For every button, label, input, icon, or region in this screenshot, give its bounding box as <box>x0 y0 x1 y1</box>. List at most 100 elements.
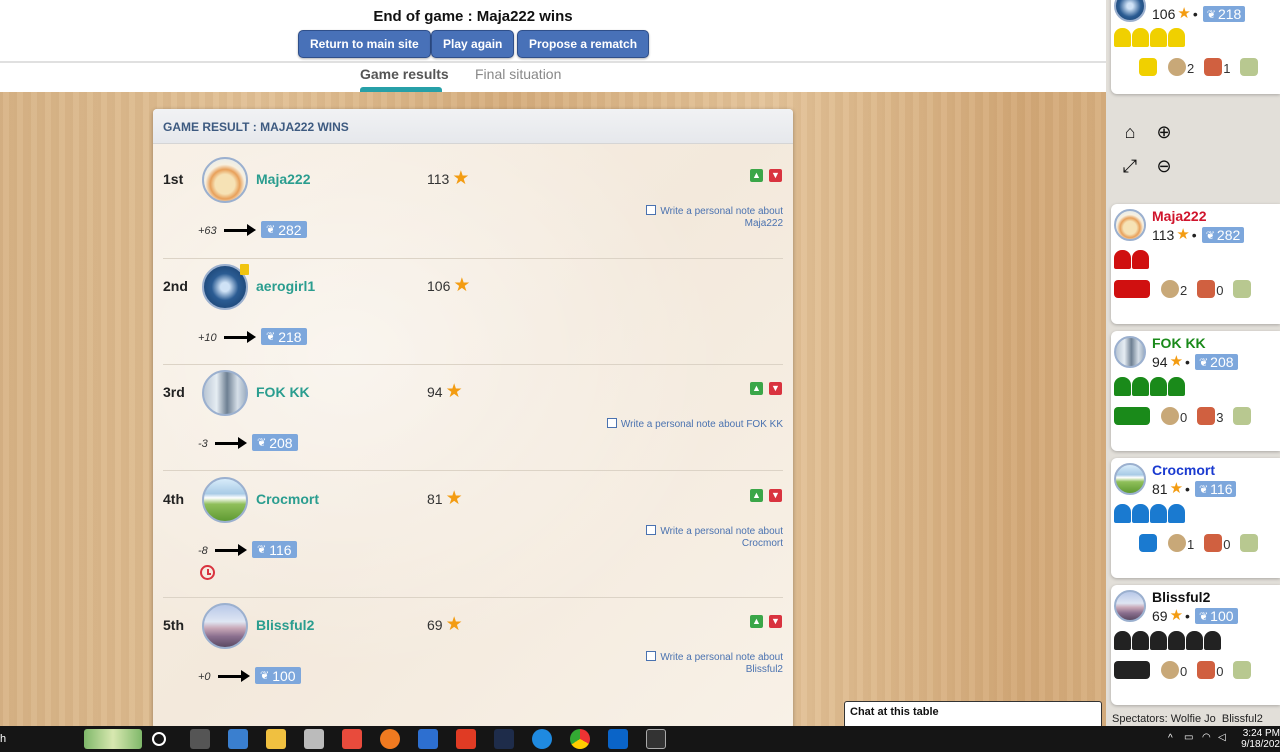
spectators-label: Spectators: <box>1112 713 1168 725</box>
taskbar-clock[interactable]: 3:24 PM 9/18/202 <box>1240 728 1280 750</box>
player-board: 106 ★ • ❦ 218 2 1 <box>1111 0 1280 94</box>
tab-final-situation[interactable]: Final situation <box>475 66 561 82</box>
player-name[interactable]: Crocmort <box>1152 462 1215 478</box>
thumbs-down-icon[interactable]: ▼ <box>769 382 782 395</box>
score-value: 113 <box>427 171 450 187</box>
thumbs-up-icon[interactable]: ▲ <box>750 489 763 502</box>
thumbs-down-icon[interactable]: ▼ <box>769 169 782 182</box>
resource-count: 0 <box>1223 537 1231 552</box>
elo-value: 218 <box>278 328 302 345</box>
app-icon[interactable] <box>342 729 362 749</box>
fullscreen-icon[interactable]: ⤢ <box>1119 155 1141 177</box>
edge-icon[interactable] <box>532 729 552 749</box>
lightroom-icon[interactable] <box>494 729 514 749</box>
player-score: 69 ★ <box>427 615 463 634</box>
meeple-icon <box>1114 250 1131 269</box>
task-view-icon[interactable] <box>190 729 210 749</box>
spectator-names: Wolfie Jo Blissful2 <box>1170 713 1263 725</box>
abbot-icon <box>1139 534 1157 552</box>
thumbs-up-icon[interactable]: ▲ <box>750 382 763 395</box>
rank-label: 1st <box>163 171 184 187</box>
score-value: 69 <box>1152 608 1168 624</box>
avatar[interactable] <box>202 157 248 203</box>
file-explorer-icon[interactable] <box>266 729 286 749</box>
propose-rematch-button[interactable]: Propose a rematch <box>517 30 650 58</box>
avatar[interactable] <box>1114 0 1146 22</box>
app-icon[interactable] <box>646 729 666 749</box>
player-score: 81 ★ • ❦ 116 <box>1152 481 1237 497</box>
elo-badge: ❦ 208 <box>1194 354 1238 370</box>
clock-date: 9/18/202 <box>1241 739 1280 750</box>
resource-row: 0 0 <box>1114 661 1262 679</box>
player-name[interactable]: Crocmort <box>256 491 319 507</box>
player-name[interactable]: Maja222 <box>256 171 310 187</box>
note-checkbox-icon <box>646 525 657 535</box>
barrel-icon <box>1161 280 1179 298</box>
avatar[interactable] <box>1114 209 1146 241</box>
app-icon[interactable] <box>380 729 400 749</box>
meeple-icon <box>1132 504 1149 523</box>
abbot-icon <box>1139 58 1157 76</box>
player-name[interactable]: FOK KK <box>256 384 310 400</box>
office-icon[interactable] <box>456 729 476 749</box>
personal-note-link[interactable]: Write a personal note about Maja222 <box>613 205 783 230</box>
player-name[interactable]: Maja222 <box>1152 208 1206 224</box>
note-text: Write a personal note about Crocmort <box>660 526 783 549</box>
return-to-main-site-button[interactable]: Return to main site <box>298 30 431 58</box>
wheat-icon <box>1233 407 1252 425</box>
player-board: Blissful2 69 ★ • ❦ 100 0 0 <box>1111 585 1280 705</box>
player-name[interactable]: Blissful2 <box>256 617 314 633</box>
home-icon[interactable]: ⌂ <box>1119 121 1141 143</box>
avatar[interactable] <box>202 477 248 523</box>
search-icon[interactable] <box>152 732 166 746</box>
arrow-right-icon <box>224 223 256 237</box>
rank-label: 5th <box>163 617 184 633</box>
personal-note-link[interactable]: Write a personal note about Blissful2 <box>613 651 783 676</box>
avatar[interactable] <box>202 370 248 416</box>
resource-count: 0 <box>1180 664 1188 679</box>
personal-note-link[interactable]: Write a personal note about Crocmort <box>613 525 783 550</box>
avatar[interactable] <box>202 603 248 649</box>
meeple-icon <box>1132 250 1149 269</box>
result-row: 1st Maja222 113 ★ ▲ ▼ Write a personal no… <box>153 149 793 255</box>
player-name[interactable]: aerogirl1 <box>256 278 315 294</box>
resource-count: 3 <box>1216 410 1224 425</box>
thumbs-up-icon[interactable]: ▲ <box>750 615 763 628</box>
tab-game-results[interactable]: Game results <box>360 66 449 82</box>
chrome-icon[interactable] <box>570 729 590 749</box>
wifi-icon[interactable]: ◠ <box>1202 732 1211 743</box>
player-name[interactable]: FOK KK <box>1152 335 1206 351</box>
thumbs-down-icon[interactable]: ▼ <box>769 489 782 502</box>
player-name[interactable]: Blissful2 <box>1152 589 1210 605</box>
meeple-supply <box>1114 28 1185 47</box>
pig-icon <box>1197 661 1216 679</box>
app-icon[interactable] <box>304 729 324 749</box>
score-value: 94 <box>1152 354 1168 370</box>
zoom-out-icon[interactable]: ⊖ <box>1153 155 1175 177</box>
personal-note-link[interactable]: Write a personal note about FOK KK <box>583 418 783 431</box>
avatar[interactable] <box>1114 463 1146 495</box>
volume-icon[interactable]: ◁ <box>1218 732 1226 743</box>
resource-count: 0 <box>1180 410 1188 425</box>
meeple-pair-icon <box>1114 407 1150 425</box>
chevron-up-icon[interactable]: ^ <box>1168 733 1173 744</box>
play-again-button[interactable]: Play again <box>431 30 515 58</box>
wallpaper-thumbnail <box>84 729 142 749</box>
meeple-icon <box>1132 631 1149 650</box>
thumbs-down-icon[interactable]: ▼ <box>769 615 782 628</box>
resource-count: 2 <box>1187 61 1195 76</box>
avatar[interactable] <box>1114 336 1146 368</box>
thumbs-up-icon[interactable]: ▲ <box>750 169 763 182</box>
avatar[interactable] <box>1114 590 1146 622</box>
arrow-right-icon <box>215 543 247 557</box>
battery-icon[interactable]: ▭ <box>1184 732 1193 743</box>
score-value: 106 <box>1152 6 1176 22</box>
laurel-icon: ❦ <box>1198 483 1209 496</box>
note-text: Write a personal note about Maja222 <box>660 206 783 229</box>
app-icon[interactable] <box>228 729 248 749</box>
outlook-icon[interactable] <box>608 729 628 749</box>
zoom-in-icon[interactable]: ⊕ <box>1153 121 1175 143</box>
meeple-icon <box>1114 28 1131 47</box>
app-icon[interactable] <box>418 729 438 749</box>
chat-at-table-button[interactable]: Chat at this table <box>844 701 1102 726</box>
